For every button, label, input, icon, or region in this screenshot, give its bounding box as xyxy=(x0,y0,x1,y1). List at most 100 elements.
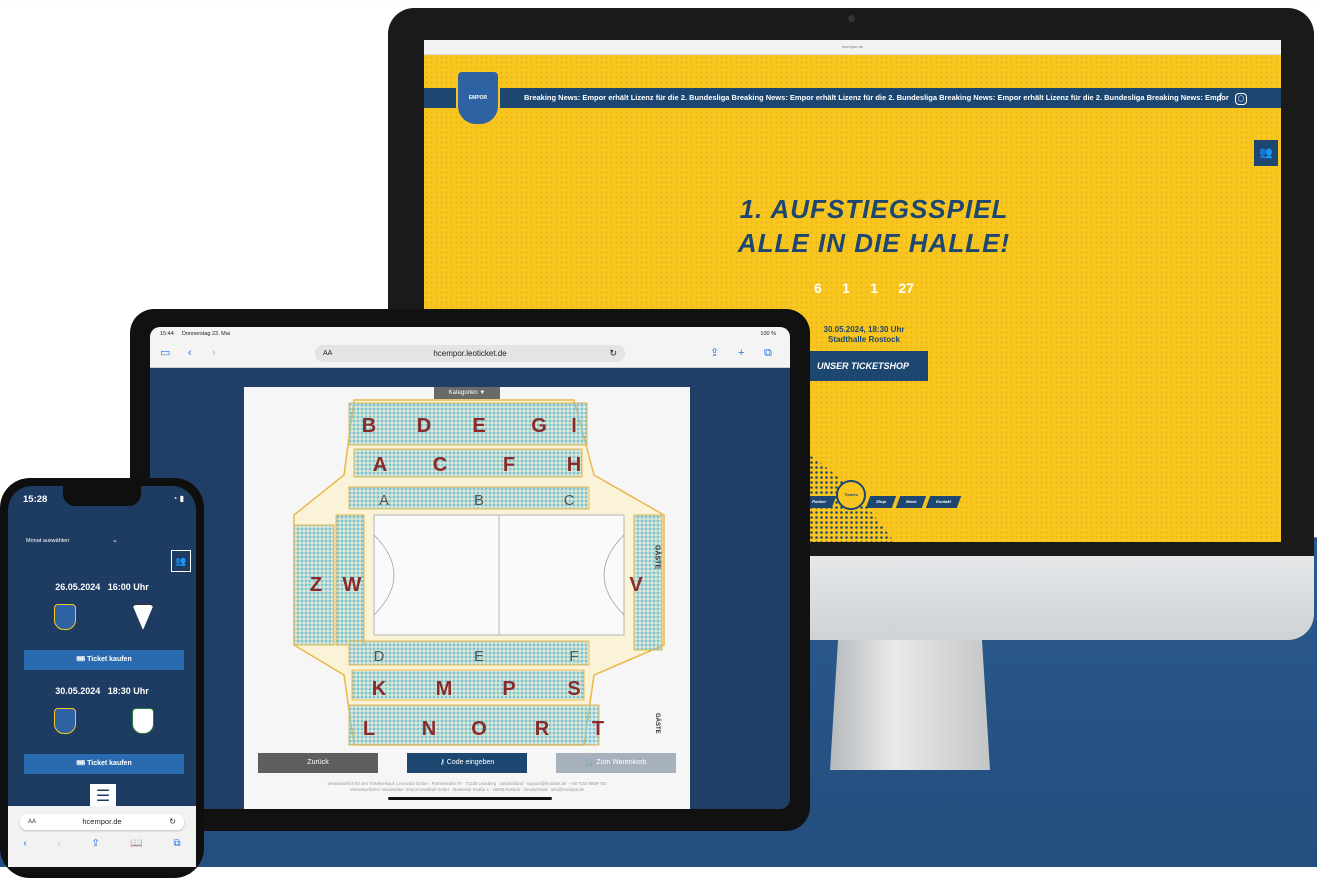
block-label[interactable]: W xyxy=(343,574,362,596)
back-button[interactable]: Zurück xyxy=(258,753,378,773)
club-logo[interactable]: EMPOR xyxy=(456,70,500,126)
match-1-date: 26.05.2024 xyxy=(55,582,101,592)
guest-label-right: GÄSTE xyxy=(654,545,662,569)
block-label[interactable]: B xyxy=(474,492,484,509)
block-label[interactable]: H xyxy=(567,454,581,476)
block-label[interactable]: I xyxy=(571,415,577,437)
block-label[interactable]: V xyxy=(629,574,643,596)
nav-shop[interactable]: Shop xyxy=(865,496,897,508)
block-label[interactable]: C xyxy=(564,492,575,509)
reader-aa-icon[interactable]: AA xyxy=(323,345,332,362)
enter-code-button[interactable]: ⚷ Code eingeben xyxy=(407,753,527,773)
imac-camera xyxy=(848,15,855,22)
tablet-status-bar: 15:44 Donnerstag 23. Mai 100 % xyxy=(150,327,790,341)
block-label[interactable]: C xyxy=(433,454,447,476)
tablet-ticketshop: 15:44 Donnerstag 23. Mai 100 % ▭ ‹ › AA … xyxy=(150,327,790,809)
phone-url-field[interactable]: AA hcempor.de ↻ xyxy=(20,814,184,830)
block-label[interactable]: B xyxy=(362,415,376,437)
event-venue: Stadthalle Rostock xyxy=(827,335,900,344)
match-2-ticket-button[interactable]: 🎟 Ticket kaufen xyxy=(24,754,184,774)
block-label[interactable]: T xyxy=(592,718,604,740)
block-label[interactable]: A xyxy=(373,454,387,476)
phone-notch xyxy=(63,486,141,506)
away-team-crest xyxy=(132,708,154,734)
nav-kontakt[interactable]: Kontakt xyxy=(926,496,962,508)
block-label[interactable]: F xyxy=(569,648,578,665)
tabs-icon[interactable]: ⧉ xyxy=(764,345,772,362)
to-cart-button[interactable]: 🛒 Zum Warenkorb xyxy=(556,753,676,773)
accessibility-people-icon[interactable]: 👥 xyxy=(1252,138,1280,168)
breaking-news-ticker[interactable]: Breaking News: Empor erhält Lizenz für d… xyxy=(424,88,1281,108)
tablet-home-indicator xyxy=(388,797,552,800)
tablet-status-battery: 100 % xyxy=(760,331,776,337)
match-1-ticket-label: Ticket kaufen xyxy=(87,656,132,663)
block-label[interactable]: F xyxy=(503,454,515,476)
away-team-crest xyxy=(132,604,154,630)
share-icon[interactable]: ⇪ xyxy=(710,345,719,362)
to-cart-label: Zum Warenkorb xyxy=(596,759,647,766)
countdown: 6 1 1 27 xyxy=(814,280,914,296)
block-label[interactable]: G xyxy=(531,415,547,437)
forward-chevron-icon[interactable]: › xyxy=(57,838,60,849)
month-select[interactable]: Monat auswählen xyxy=(26,538,69,544)
arena-seat-map[interactable]: B D E G I A C F H Z W V K M P S L N O R … xyxy=(264,395,668,750)
shop-footer: Verantwortlich für den Ticketverkauf: Le… xyxy=(264,781,670,793)
tablet-address-bar: ▭ ‹ › AA hcempor.leoticket.de ↻ ⇪ + ⧉ xyxy=(150,341,790,368)
sidebar-icon[interactable]: ▭ xyxy=(160,345,170,362)
match-2-ticket-label: Ticket kaufen xyxy=(87,760,132,767)
home-team-crest xyxy=(54,604,76,630)
new-tab-icon[interactable]: + xyxy=(738,345,744,362)
club-logo-text: EMPOR xyxy=(468,95,488,101)
chevron-down-icon[interactable]: ⌄ xyxy=(112,536,118,544)
block-label[interactable]: R xyxy=(535,718,550,740)
bookmarks-icon[interactable]: 📖 xyxy=(130,838,142,849)
breaking-news-text: Breaking News: Empor erhält Lizenz für d… xyxy=(524,93,1229,102)
facebook-icon[interactable]: f xyxy=(1214,92,1227,105)
accessibility-people-icon[interactable]: 👥 xyxy=(171,550,191,572)
back-chevron-icon[interactable]: ‹ xyxy=(188,345,192,362)
block-label[interactable]: E xyxy=(472,415,485,437)
tickets-circle-button[interactable]: Tickets xyxy=(836,480,866,510)
nav-news[interactable]: News xyxy=(895,496,927,508)
block-label[interactable]: K xyxy=(372,678,387,700)
home-team-crest xyxy=(54,708,76,734)
block-label[interactable]: Z xyxy=(310,574,322,596)
hero-line-1: 1. AUFSTIEGSSPIEL xyxy=(739,194,1009,224)
reload-icon[interactable]: ↻ xyxy=(169,814,176,830)
block-label[interactable]: D xyxy=(374,648,385,665)
block-label[interactable]: P xyxy=(502,678,515,700)
match-1-datetime: 26.05.2024 16:00 Uhr xyxy=(8,582,196,592)
cart-icon: 🛒 xyxy=(585,759,597,766)
reload-icon[interactable]: ↻ xyxy=(609,345,617,362)
block-label[interactable]: N xyxy=(422,718,436,740)
tablet-url-field[interactable]: AA hcempor.leoticket.de ↻ xyxy=(315,345,625,362)
match-1-ticket-button[interactable]: 🎟 Ticket kaufen xyxy=(24,650,184,670)
share-icon[interactable]: ⇪ xyxy=(91,838,99,849)
imac-stand xyxy=(830,640,990,770)
reader-aa-icon[interactable]: AA xyxy=(28,814,36,830)
device-mockup-scene: hcempor.de Breaking News: Empor erhält L… xyxy=(0,0,1317,878)
block-label[interactable]: E xyxy=(474,648,484,665)
mobile-schedule: 15:28 ◔ ▮ Monat auswählen ⌄ 👥 26.05.2024… xyxy=(8,486,196,867)
block-label[interactable]: M xyxy=(436,678,453,700)
block-label[interactable]: L xyxy=(363,718,375,740)
seatmap-actions: Zurück ⚷ Code eingeben 🛒 Zum Warenkorb xyxy=(258,753,676,773)
tablet-status-time: 15:44 xyxy=(160,331,174,337)
tablet-status-date: Donnerstag 23. Mai xyxy=(182,331,230,337)
block-label[interactable]: O xyxy=(471,718,487,740)
back-chevron-icon[interactable]: ‹ xyxy=(23,838,26,849)
block-label[interactable]: A xyxy=(379,492,389,509)
countdown-minutes: 1 xyxy=(870,280,879,296)
block-label[interactable]: D xyxy=(417,415,431,437)
enter-code-label: Code eingeben xyxy=(446,759,495,766)
desktop-bottom-nav: Partner Shop News Kontakt xyxy=(801,496,984,508)
instagram-icon[interactable]: ◯ xyxy=(1235,93,1247,105)
match-2-date: 30.05.2024 xyxy=(55,686,101,696)
tabs-icon[interactable]: ⧉ xyxy=(173,838,180,849)
block-label[interactable]: S xyxy=(567,678,580,700)
tablet-url-text: hcempor.leoticket.de xyxy=(433,349,507,358)
wifi-battery-icon: ◔ ▮ xyxy=(172,494,184,503)
seat-selection-panel: Kategorien ▼ B D E G I A C F H Z W V K M… xyxy=(244,387,690,809)
forward-chevron-icon[interactable]: › xyxy=(212,345,216,362)
ticketshop-button[interactable]: UNSER TICKETSHOP xyxy=(798,351,928,381)
